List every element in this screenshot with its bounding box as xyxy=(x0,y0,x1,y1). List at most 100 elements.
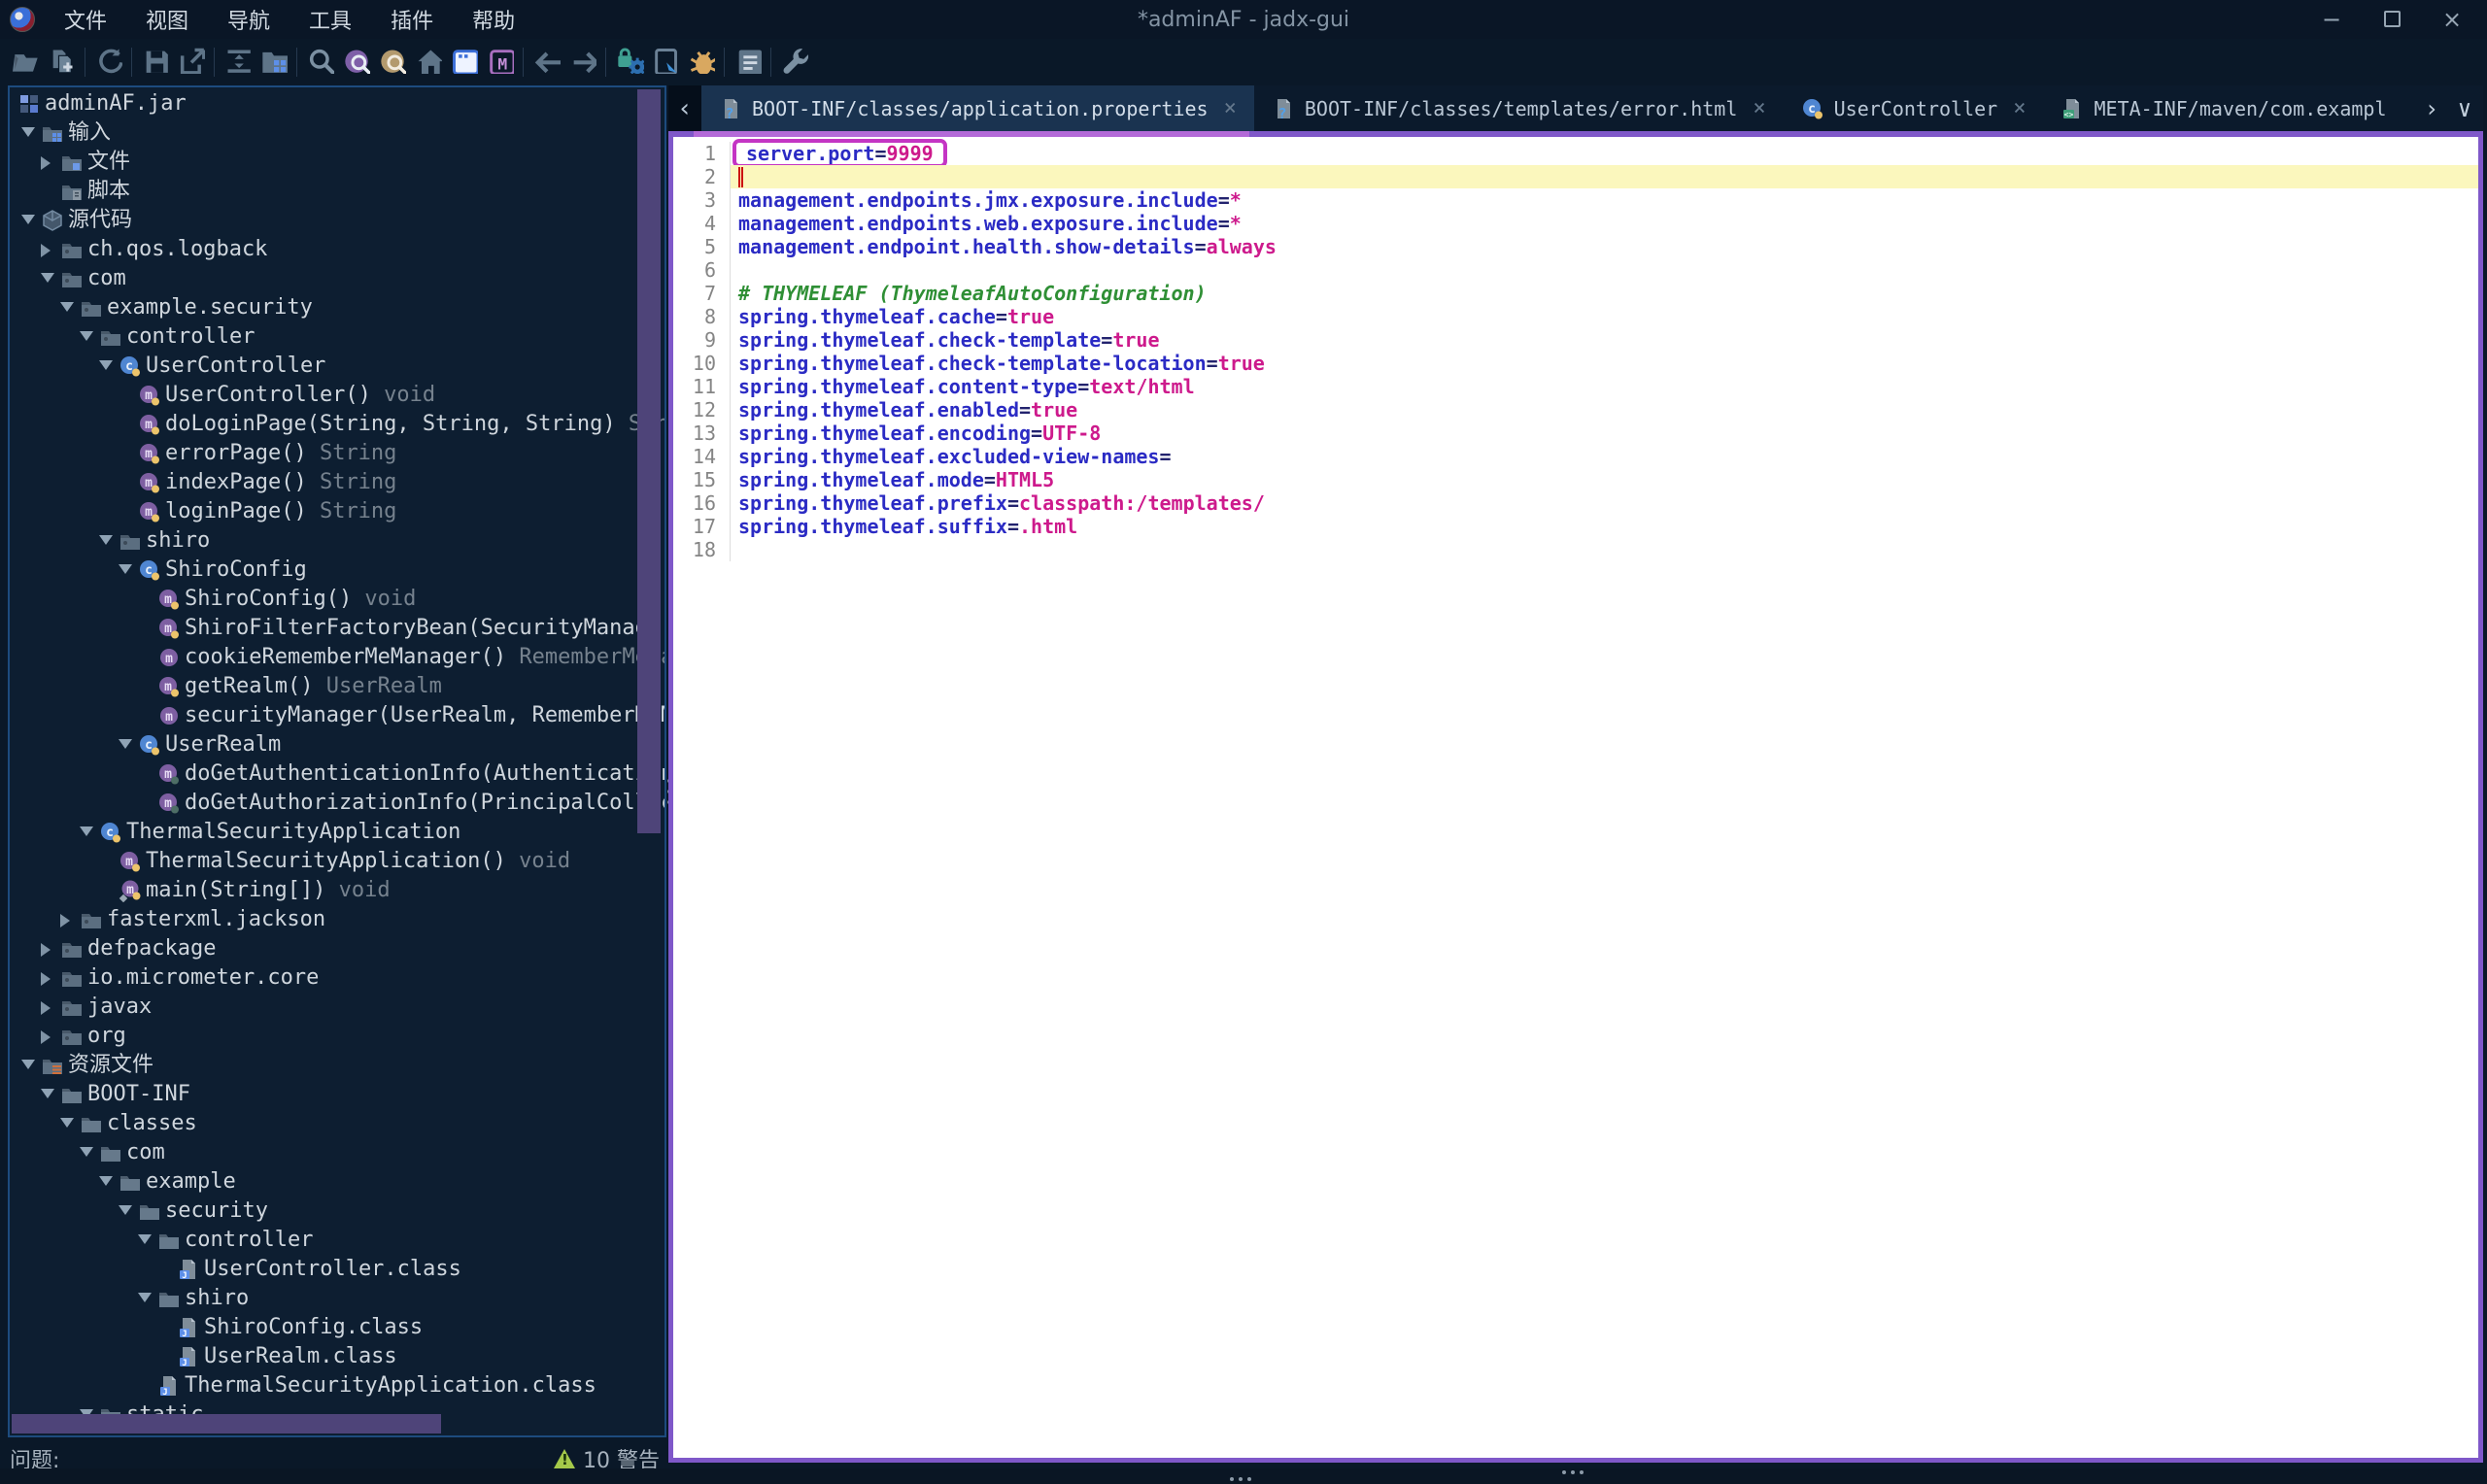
tree-item[interactable]: m ThermalSecurityApplication() void xyxy=(10,847,664,876)
tree-item[interactable]: m cookieRememberMeManager() RememberMeMan… xyxy=(10,643,664,672)
menu-item-2[interactable]: 视图 xyxy=(130,0,204,39)
code-line[interactable]: 7 # THYMELEAF (ThymeleafAutoConfiguration… xyxy=(673,282,2478,305)
editor-bottom-grip[interactable] xyxy=(1562,1470,1584,1474)
tree-item[interactable]: 文件 xyxy=(10,148,664,177)
tree-item[interactable]: m ShiroConfig() void xyxy=(10,585,664,614)
code-line[interactable]: 10 spring.thymeleaf.check-template-locati… xyxy=(673,352,2478,375)
chevron-down-icon[interactable] xyxy=(99,360,113,370)
tree-item[interactable]: javax xyxy=(10,993,664,1022)
tree-vertical-scrollbar[interactable] xyxy=(637,89,661,833)
flatten-packages-button[interactable] xyxy=(220,43,256,82)
chevron-right-icon[interactable] xyxy=(41,156,51,170)
tree-item[interactable]: shiro xyxy=(10,526,664,556)
tree-item[interactable]: BOOT-INF xyxy=(10,1080,664,1109)
text-search-button[interactable] xyxy=(302,43,338,82)
tree-item[interactable]: com xyxy=(10,264,664,293)
chevron-down-icon[interactable] xyxy=(80,1147,93,1157)
tree-item[interactable]: com xyxy=(10,1138,664,1167)
chevron-down-icon[interactable] xyxy=(41,1089,54,1098)
menu-item-4[interactable]: 工具 xyxy=(293,0,367,39)
class-search-button[interactable] xyxy=(338,43,374,82)
code-line[interactable]: 9 spring.thymeleaf.check-template = true xyxy=(673,328,2478,352)
chevron-right-icon[interactable] xyxy=(60,914,70,928)
menu-item-1[interactable]: 文件 xyxy=(49,0,122,39)
tree-item[interactable]: m UserController() void xyxy=(10,381,664,410)
log-viewer-button[interactable] xyxy=(730,43,766,82)
code-line[interactable]: 2 xyxy=(673,165,2478,188)
tree-item[interactable]: example xyxy=(10,1167,664,1197)
chevron-right-icon[interactable] xyxy=(41,943,51,957)
code-line[interactable]: 16 spring.thymeleaf.prefix = classpath:/tem… xyxy=(673,491,2478,515)
tree-item[interactable]: J UserController.class xyxy=(10,1255,664,1284)
code-line[interactable]: 8 spring.thymeleaf.cache = true xyxy=(673,305,2478,328)
tree-item[interactable]: classes xyxy=(10,1109,664,1138)
minimize-button[interactable]: − xyxy=(2314,6,2349,33)
code-line[interactable]: 14 spring.thymeleaf.excluded-view-names = xyxy=(673,445,2478,468)
debugger-bug-button[interactable] xyxy=(683,43,719,82)
tabs-scroll-right-button[interactable]: › xyxy=(2417,95,2446,122)
tabs-scroll-left-button[interactable]: ‹ xyxy=(668,85,701,131)
tree-item[interactable]: ch.qos.logback xyxy=(10,235,664,264)
chevron-down-icon[interactable] xyxy=(80,331,93,341)
tree-horizontal-scrollbar[interactable] xyxy=(12,1414,441,1433)
chevron-down-icon[interactable] xyxy=(60,302,74,312)
menu-item-5[interactable]: 插件 xyxy=(375,0,449,39)
tree-item[interactable]: J UserRealm.class xyxy=(10,1342,664,1371)
tree-item[interactable]: m securityManager(UserRealm, RememberMeMa… xyxy=(10,701,664,730)
window-bottom-grip[interactable] xyxy=(1230,1477,1251,1481)
code-line[interactable]: 4 management.endpoints.web.exposure.inclu… xyxy=(673,212,2478,235)
tree-item[interactable]: m getRealm() UserRealm xyxy=(10,672,664,701)
chevron-down-icon[interactable] xyxy=(119,1205,132,1215)
add-files-button[interactable] xyxy=(44,43,80,82)
editor-tab-3[interactable]: c UserController × xyxy=(1784,85,2044,131)
save-all-button[interactable] xyxy=(137,43,173,82)
chevron-down-icon[interactable] xyxy=(138,1234,152,1244)
preferences-wrench-button[interactable] xyxy=(776,43,812,82)
deobfuscation-button[interactable] xyxy=(611,43,647,82)
chevron-down-icon[interactable] xyxy=(60,1118,74,1128)
tab-close-icon[interactable]: × xyxy=(1224,96,1237,120)
code-line[interactable]: 3 management.endpoints.jmx.exposure.inclu… xyxy=(673,188,2478,212)
chevron-right-icon[interactable] xyxy=(41,1001,51,1015)
tree-item[interactable]: c UserController xyxy=(10,352,664,381)
tree-item[interactable]: controller xyxy=(10,1226,664,1255)
tree-item[interactable]: 资源文件 xyxy=(10,1051,664,1080)
tree-item[interactable]: m loginPage() String xyxy=(10,497,664,526)
comment-search-button[interactable] xyxy=(374,43,410,82)
tree-item[interactable]: shiro xyxy=(10,1284,664,1313)
tree-item[interactable]: m indexPage() String xyxy=(10,468,664,497)
open-file-button[interactable] xyxy=(8,43,44,82)
tree-item[interactable]: controller xyxy=(10,322,664,352)
chevron-down-icon[interactable] xyxy=(80,826,93,836)
tree-item[interactable]: 输入 xyxy=(10,118,664,148)
code-line[interactable]: 1 server.port = 9999 xyxy=(673,139,2478,168)
chevron-down-icon[interactable] xyxy=(41,273,54,283)
tree-item[interactable]: 源代码 xyxy=(10,206,664,235)
tree-item[interactable]: c ThermalSecurityApplication xyxy=(10,818,664,847)
tabs-list-dropdown-button[interactable]: ∨ xyxy=(2450,95,2479,122)
window-frame-button[interactable] xyxy=(446,43,482,82)
chevron-down-icon[interactable] xyxy=(21,1060,35,1069)
code-line[interactable]: 6 xyxy=(673,258,2478,282)
editor-tab-2[interactable]: ? BOOT-INF/classes/templates/error.html × xyxy=(1254,85,1784,131)
tree-item[interactable]: m doGetAuthorizationInfo(PrincipalCollect… xyxy=(10,789,664,818)
code-line[interactable]: 15 spring.thymeleaf.mode = HTML5 xyxy=(673,468,2478,491)
chevron-right-icon[interactable] xyxy=(41,244,51,257)
tree-item[interactable]: m doGetAuthenticationInfo(AuthenticationT… xyxy=(10,759,664,789)
forward-arrow-button[interactable] xyxy=(564,43,600,82)
chevron-right-icon[interactable] xyxy=(41,972,51,986)
tree-item[interactable]: example.security xyxy=(10,293,664,322)
home-button[interactable] xyxy=(410,43,446,82)
chevron-down-icon[interactable] xyxy=(119,564,132,574)
tree-item[interactable]: m doLoginPage(String, String, String) Str… xyxy=(10,410,664,439)
code-line[interactable]: 17 spring.thymeleaf.suffix = .html xyxy=(673,515,2478,538)
editor-tab-1[interactable]: ? BOOT-INF/classes/application.properties… xyxy=(701,85,1254,131)
tree-item[interactable]: m ShiroFilterFactoryBean(SecurityManager) xyxy=(10,614,664,643)
tree-item[interactable]: fasterxml.jackson xyxy=(10,905,664,934)
code-editor[interactable]: 1 server.port = 9999 2 3 management.endpoints.… xyxy=(668,137,2483,1463)
tree-item[interactable]: m main(String[]) void xyxy=(10,876,664,905)
tree-item[interactable]: io.micrometer.core xyxy=(10,963,664,993)
code-line[interactable]: 12 spring.thymeleaf.enabled = true xyxy=(673,398,2478,422)
code-line[interactable]: 13 spring.thymeleaf.encoding = UTF-8 xyxy=(673,422,2478,445)
manifest-m-button[interactable]: M xyxy=(482,43,518,82)
